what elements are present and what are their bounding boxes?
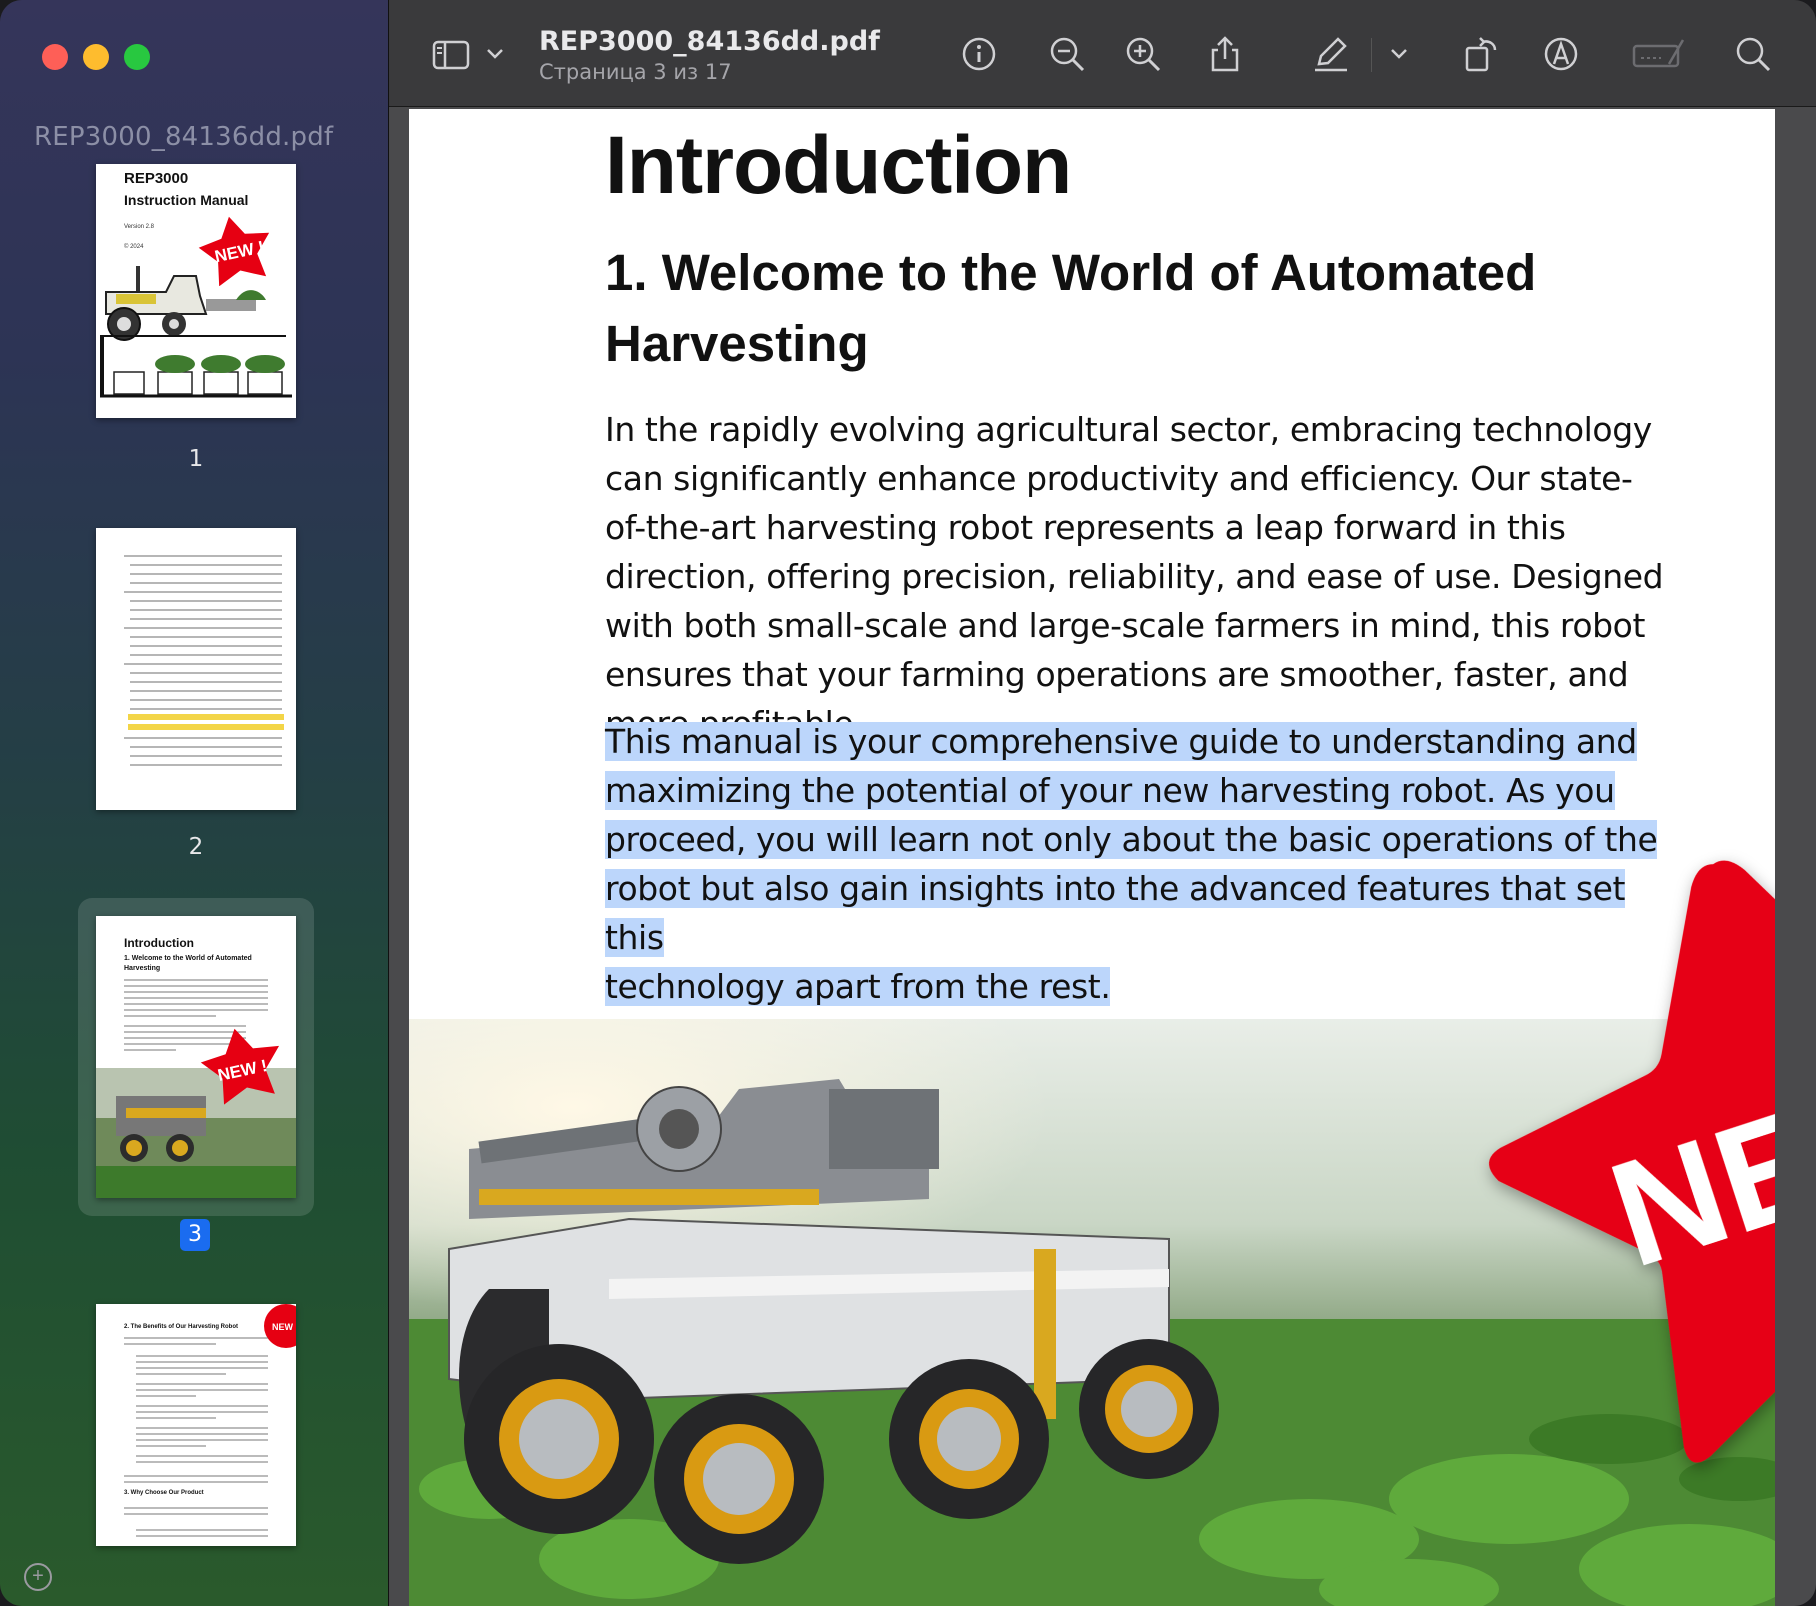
close-window-button[interactable] [42, 44, 68, 70]
new-badge-sticker: NEW ! [1489, 860, 1775, 1463]
thumb-copyright: © 2024 [124, 244, 144, 250]
add-page-button[interactable]: + [24, 1563, 52, 1591]
preview-window: REP3000_84136dd.pdf REP3000 Instruction … [0, 0, 1816, 1606]
selected-line-5: technology apart from the rest. [605, 967, 1111, 1006]
search-icon[interactable] [1733, 34, 1773, 74]
document-title: REP3000_84136dd.pdf [539, 26, 880, 57]
page-subheading: 1. Welcome to the World of Automated Har… [605, 244, 1537, 372]
thumb-subtitle: Instruction Manual [124, 192, 249, 208]
intro-paragraph: In the rapidly evolving agricultural sec… [605, 410, 1664, 743]
toc-lines [124, 555, 284, 766]
page-thumbnail-3[interactable]: Introduction 1. Welcome to the World of … [96, 916, 296, 1198]
page-indicator: Страница 3 из 17 [539, 60, 732, 84]
toolbar: REP3000_84136dd.pdf Страница 3 из 17 [389, 0, 1816, 107]
selected-line-2: maximizing the potential of your new har… [605, 771, 1615, 810]
page-thumbnail-2[interactable] [96, 528, 296, 810]
zoom-window-button[interactable] [124, 44, 150, 70]
thumb4-section: 3. Why Choose Our Product [124, 1490, 204, 1496]
toolbar-separator [1371, 38, 1372, 72]
pdf-page-3: Introduction 1. Welcome to the World of … [409, 109, 1775, 1606]
selected-line-1: This manual is your comprehensive guide … [605, 722, 1637, 761]
zoom-in-icon[interactable] [1123, 34, 1163, 74]
document-view[interactable]: Introduction 1. Welcome to the World of … [389, 107, 1816, 1606]
thumbnail-number-3: 3 [180, 1219, 210, 1251]
tractor-illustration [100, 266, 292, 398]
page-thumbnail-4[interactable]: 2. The Benefits of Our Harvesting Robot … [96, 1304, 296, 1546]
form-fill-icon [1631, 34, 1685, 74]
thumb-version: Version 2.8 [124, 224, 155, 230]
thumb-text-lines: NEW ! [96, 979, 296, 1198]
page-thumbnail-1[interactable]: REP3000 Instruction Manual Version 2.8 ©… [96, 164, 296, 418]
page-heading: Introduction [605, 120, 1072, 211]
rotate-icon[interactable] [1461, 34, 1501, 74]
minimize-window-button[interactable] [83, 44, 109, 70]
thumb4-text-lines: NEW [124, 1304, 296, 1537]
highlight-icon[interactable] [1541, 34, 1581, 74]
sidebar-document-title: REP3000_84136dd.pdf [34, 122, 334, 152]
zoom-out-icon[interactable] [1047, 34, 1087, 74]
thumbnail-sidebar: REP3000_84136dd.pdf REP3000 Instruction … [0, 0, 389, 1606]
thumbnail-number-1: 1 [188, 446, 204, 472]
markup-chevron-down-icon[interactable] [1387, 34, 1411, 74]
thumb-title: REP3000 [124, 170, 189, 187]
info-icon[interactable] [959, 34, 999, 74]
thumbnail-number-2: 2 [188, 834, 204, 860]
sidebar-toggle-icon[interactable] [431, 34, 471, 74]
chevron-down-icon[interactable] [483, 34, 507, 74]
share-icon[interactable] [1205, 34, 1245, 74]
markup-pen-icon[interactable] [1311, 34, 1351, 74]
thumb4-badge-text: NEW [272, 1322, 294, 1332]
